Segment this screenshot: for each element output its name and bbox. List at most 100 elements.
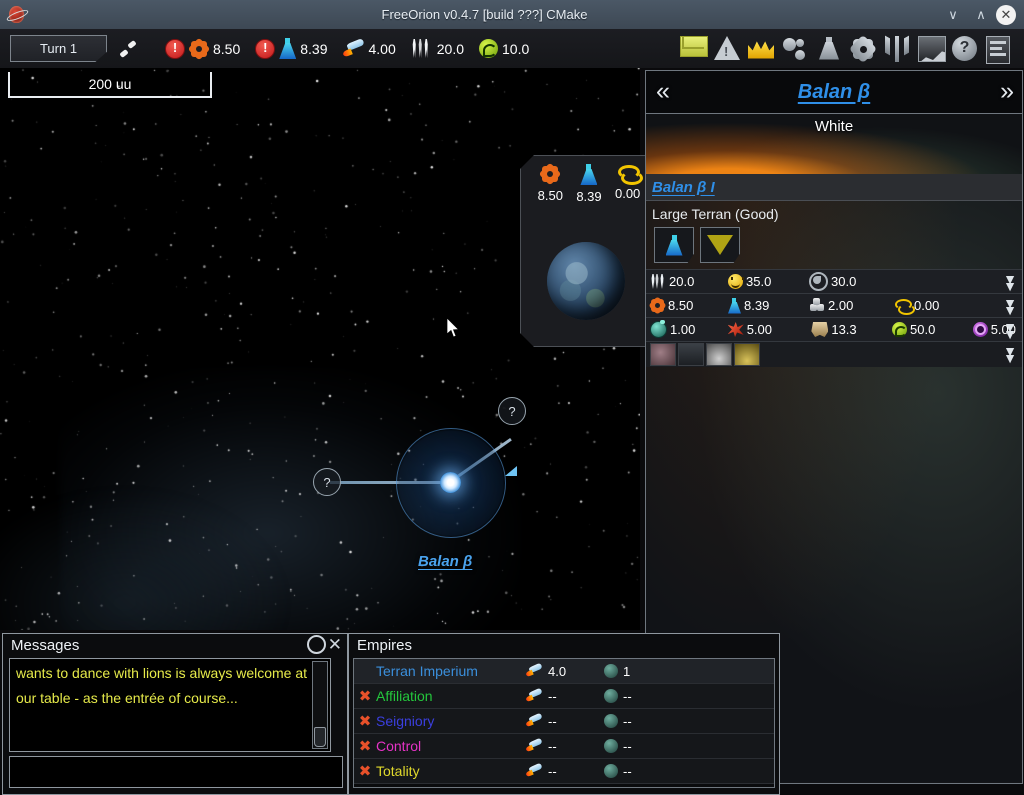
- stat-defense[interactable]: 1.00: [650, 320, 722, 338]
- military-command-icon[interactable]: [734, 343, 760, 366]
- empire-name: Terran Imperium: [376, 663, 478, 679]
- table-row[interactable]: ✖ Totality -- --: [354, 759, 774, 784]
- stat-happiness[interactable]: 35.0: [728, 274, 803, 289]
- industry-alert-item[interactable]: ! 8.50: [165, 37, 241, 60]
- population-icon: [650, 274, 666, 289]
- collapse-button[interactable]: [700, 227, 740, 263]
- hamburger-menu-icon: [986, 35, 1010, 64]
- table-row[interactable]: ✖ Control -- --: [354, 734, 774, 759]
- troops-icon: [727, 322, 744, 337]
- fleet-upkeep-item[interactable]: 4.00: [341, 37, 396, 58]
- stat-trade[interactable]: 2.00: [809, 298, 889, 313]
- population-value: 20.0: [436, 40, 464, 57]
- population-item[interactable]: 20.0: [411, 39, 464, 58]
- messages-scrollbar[interactable]: [312, 661, 328, 749]
- empire-fleet: --: [525, 737, 604, 754]
- pin-icon[interactable]: [306, 635, 326, 654]
- stat-supply[interactable]: 30.0: [809, 272, 856, 291]
- system-label[interactable]: Balan β: [418, 553, 472, 570]
- messages-button[interactable]: [680, 35, 708, 62]
- unexplored-system-west[interactable]: ?: [313, 468, 341, 496]
- empire-name: Seigniory: [376, 713, 435, 729]
- defense-icon: [650, 320, 667, 338]
- empires-title-bar: Empires: [349, 634, 779, 658]
- production-button[interactable]: [848, 34, 878, 63]
- warning-triangle-icon: [714, 35, 740, 60]
- map-scale-label: 200 uu: [88, 76, 132, 92]
- expand-row-3-icon[interactable]: ▼ ▼: [1003, 320, 1017, 341]
- message-input[interactable]: [9, 756, 343, 788]
- stat-stockpile[interactable]: 0.00: [895, 298, 939, 315]
- research-flask-icon: [665, 234, 683, 256]
- research-focus-button[interactable]: [654, 227, 694, 263]
- unexplored-system-northeast[interactable]: ?: [498, 397, 526, 425]
- table-row[interactable]: ✖ Seigniory -- --: [354, 709, 774, 734]
- defense-icon: [604, 739, 618, 753]
- expand-buildings-icon[interactable]: ▼ ▼: [1003, 344, 1017, 365]
- stat-shields[interactable]: 13.3: [811, 322, 886, 337]
- expand-row-1-icon[interactable]: ▼ ▼: [1003, 272, 1017, 293]
- down-triangle-icon: [707, 235, 733, 255]
- popup-industry: 8.50: [538, 164, 563, 203]
- graphs-button[interactable]: [918, 35, 946, 62]
- stat-research[interactable]: 8.39: [728, 297, 803, 314]
- detection-icon: [892, 322, 908, 337]
- fleet-icon: [525, 662, 543, 678]
- scrollbar-thumb[interactable]: [314, 727, 326, 747]
- app-planet-icon: [5, 4, 30, 26]
- fleet-icon: [341, 37, 365, 58]
- table-row[interactable]: Terran Imperium 4.0 1: [354, 659, 774, 684]
- turn-advance-icon[interactable]: [117, 38, 139, 60]
- eliminated-icon: ✖: [358, 713, 372, 730]
- messages-log[interactable]: wants to dance with lions is always welc…: [9, 658, 331, 752]
- molecule-icon: [783, 37, 796, 51]
- sitrep-button[interactable]: [714, 35, 740, 62]
- planet-type: Large Terran (Good): [652, 206, 779, 222]
- research-button[interactable]: [816, 36, 842, 62]
- menu-button[interactable]: [986, 35, 1012, 64]
- minimize-icon[interactable]: ∨: [940, 3, 966, 27]
- shipyard-icon[interactable]: [678, 343, 704, 366]
- galaxy-map[interactable]: 200 uu Balan β ? ?: [0, 68, 640, 630]
- sidebar-nav: « Balan β »: [646, 71, 1022, 114]
- star-balan-beta[interactable]: [440, 472, 461, 493]
- empires-button[interactable]: [748, 36, 774, 62]
- turn-button[interactable]: Turn 1: [10, 35, 107, 62]
- eliminated-icon: ✖: [358, 738, 372, 755]
- empires-list[interactable]: Terran Imperium 4.0 1 ✖ Affiliation -- -…: [353, 658, 775, 788]
- empire-name: Totality: [376, 763, 420, 779]
- objects-button[interactable]: [782, 36, 808, 62]
- expand-row-2-icon[interactable]: ▼ ▼: [1003, 296, 1017, 317]
- research-icon: [279, 38, 297, 59]
- design-button[interactable]: [884, 35, 910, 62]
- imperial-palace-icon[interactable]: [650, 343, 676, 366]
- industry-value: 8.50: [213, 40, 241, 57]
- supply-icon: [809, 272, 828, 291]
- empire-detection: 1: [604, 664, 682, 679]
- prev-system-button[interactable]: «: [656, 79, 670, 104]
- crown-icon: [748, 41, 774, 59]
- pedia-button[interactable]: ?: [952, 35, 978, 62]
- culture-archives-icon[interactable]: [706, 343, 732, 366]
- fleet-icon: [525, 762, 543, 778]
- close-icon[interactable]: ✕: [996, 4, 1016, 25]
- trade-icon: [809, 298, 825, 313]
- empire-detection: --: [604, 689, 682, 704]
- planet-name[interactable]: Balan β I: [652, 179, 715, 196]
- stat-detection[interactable]: 50.0: [892, 322, 967, 337]
- table-row[interactable]: ✖ Affiliation -- --: [354, 684, 774, 709]
- detection-item[interactable]: 10.0: [479, 39, 529, 58]
- empire-fleet: --: [525, 712, 604, 729]
- industry-icon: [540, 164, 560, 184]
- close-icon[interactable]: ✕: [328, 636, 342, 653]
- maximize-icon[interactable]: ∧: [968, 3, 994, 27]
- sidebar-system-name[interactable]: Balan β: [798, 81, 870, 104]
- stat-troops[interactable]: 5.00: [727, 322, 806, 337]
- research-alert-item[interactable]: ! 8.39: [255, 38, 328, 59]
- empire-detection: --: [604, 714, 682, 729]
- empire-name: Control: [376, 738, 422, 754]
- planet-focus-buttons: [646, 225, 1022, 269]
- next-system-button[interactable]: »: [1000, 79, 1014, 104]
- stat-population[interactable]: 20.0: [650, 274, 722, 289]
- stat-industry[interactable]: 8.50: [648, 296, 722, 315]
